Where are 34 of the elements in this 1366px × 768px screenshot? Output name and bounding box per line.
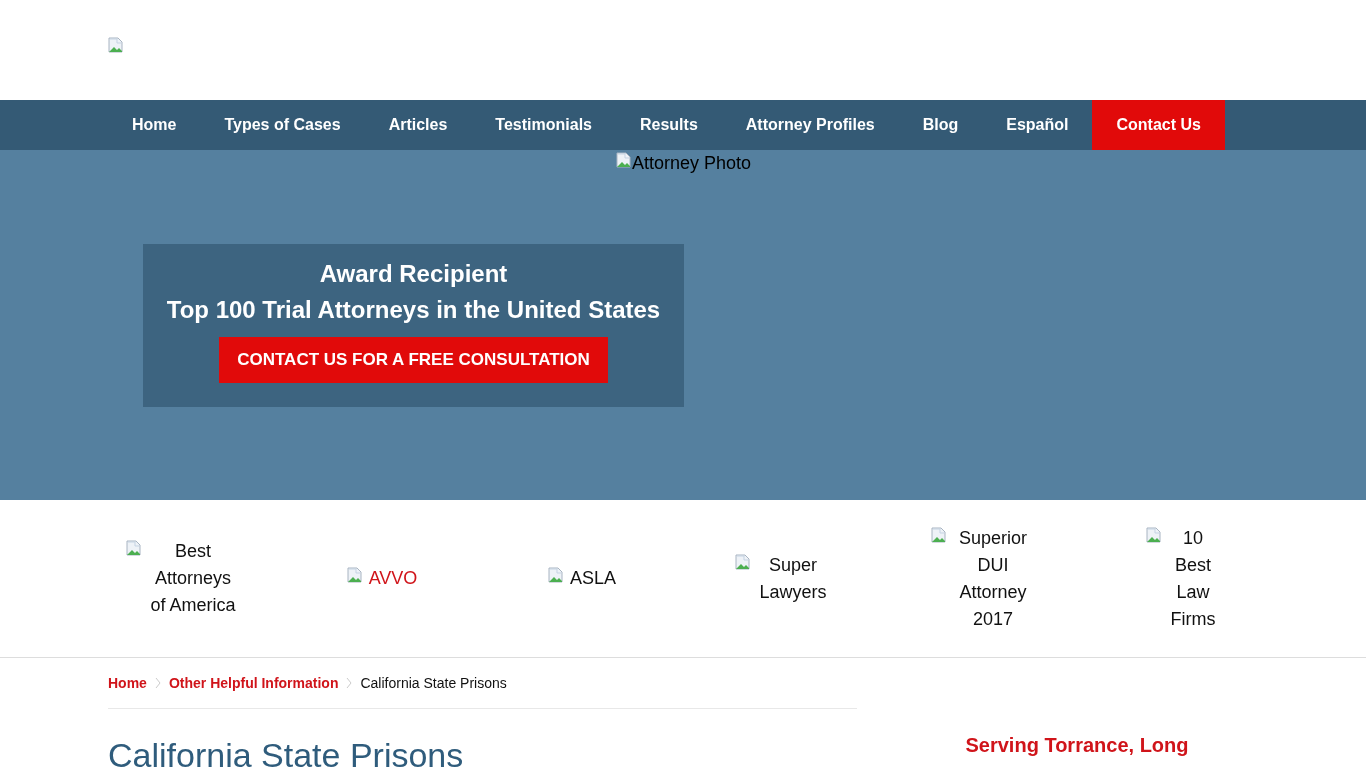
nav-link[interactable]: Attorney Profiles (721, 100, 899, 150)
award-link[interactable]: AVVO (368, 565, 418, 592)
nav-link[interactable]: Testimonials (471, 100, 616, 150)
broken-image-icon (1146, 526, 1162, 543)
nav-link[interactable]: Types of Cases (200, 100, 365, 150)
nav-link[interactable]: Contact Us (1092, 100, 1225, 150)
page-title: California State Prisons (108, 735, 465, 768)
nav-link[interactable]: Articles (364, 100, 472, 150)
consultation-button[interactable]: CONTACT US FOR A FREE CONSULTATION (219, 337, 608, 383)
nav-link[interactable]: Results (616, 100, 722, 150)
award-alt-text: Super Lawyers (758, 553, 828, 604)
breadcrumb-current: California State Prisons (360, 675, 507, 691)
nav-link[interactable]: Español (982, 100, 1093, 150)
award-alt-text: 10 Best Law Firms (1169, 526, 1217, 631)
chevron-icon (346, 677, 353, 689)
nav-link[interactable]: Blog (898, 100, 983, 150)
sidebar-heading: Serving Torrance, Long (964, 734, 1190, 757)
broken-image-icon (126, 540, 142, 556)
award-alt-text: Best Attorneys of America (149, 540, 237, 617)
award-alt-text: Superior DUI Attorney 2017 (957, 526, 1028, 631)
chevron-icon (154, 677, 161, 689)
broken-image-icon (931, 526, 947, 543)
award-title: Award Recipient (319, 259, 508, 289)
award-alt-text: ASLA (570, 567, 616, 590)
broken-image-icon (346, 567, 363, 583)
broken-image-icon (735, 553, 751, 570)
breadcrumb-link[interactable]: Other Helpful Information (168, 675, 339, 691)
broken-image-icon (548, 567, 564, 583)
breadcrumb-link[interactable]: Home (108, 675, 147, 691)
photo-alt-text: Attorney Photo (632, 152, 752, 174)
nav-link[interactable]: Home (108, 100, 201, 150)
broken-image-icon (616, 152, 632, 168)
broken-image-icon (108, 37, 124, 53)
award-subtitle: Top 100 Trial Attorneys in the United States (166, 295, 661, 325)
